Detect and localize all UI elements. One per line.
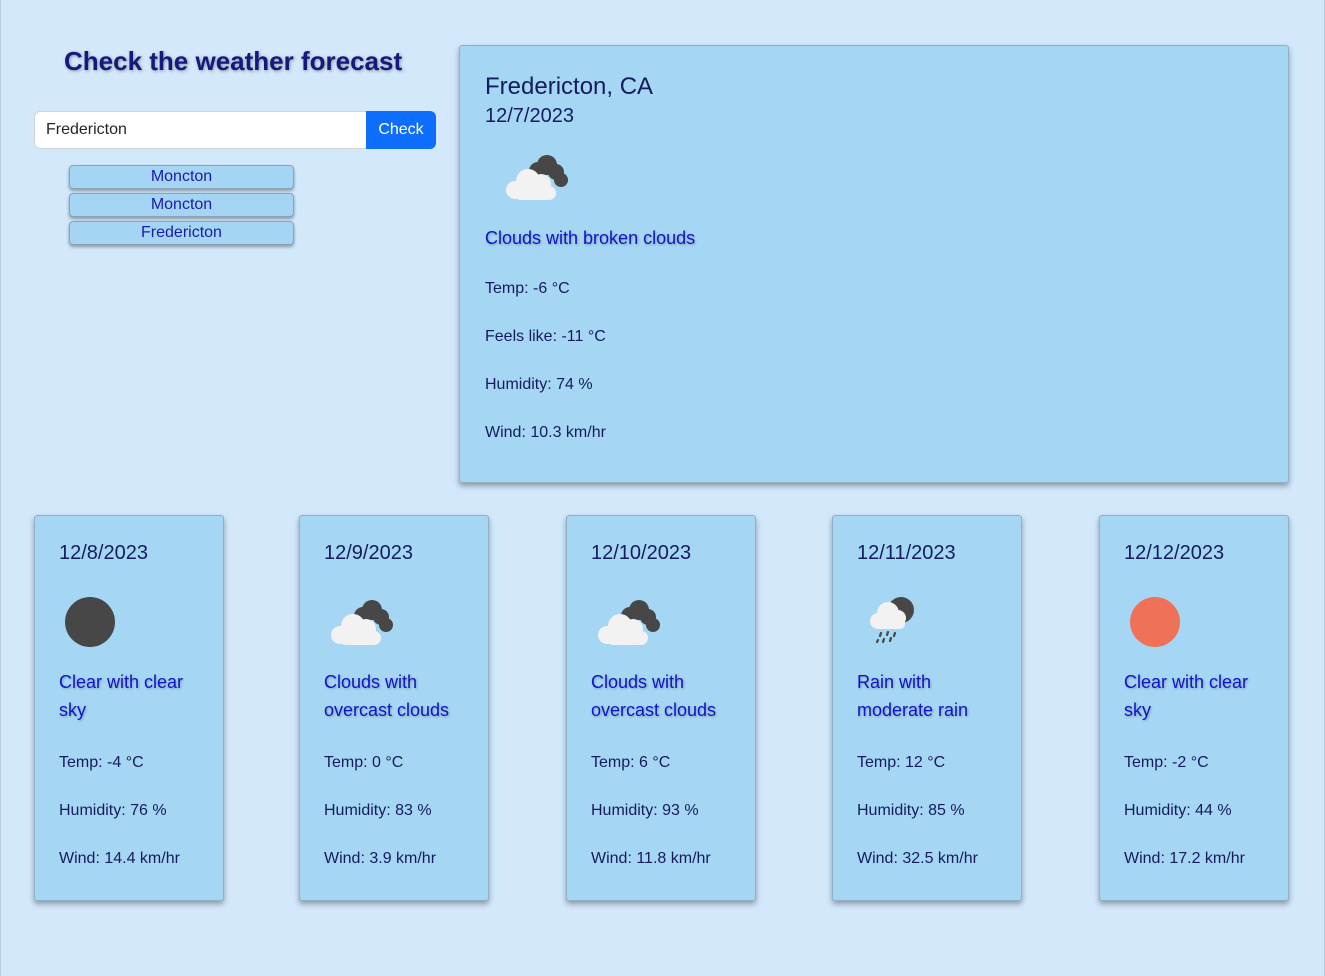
current-description: Clouds with broken clouds (485, 228, 696, 248)
current-weather-card: Fredericton, CA 12/7/2023 Clouds with br… (459, 45, 1289, 483)
forecast-card: 12/10/2023 Clouds with overcast clouds T… (566, 515, 756, 901)
history-item[interactable]: Moncton (69, 165, 294, 189)
page-title: Check the weather forecast (64, 46, 403, 76)
check-button[interactable]: Check (366, 111, 436, 149)
forecast-temp: Temp: -4 °C (59, 754, 144, 771)
overcast-clouds-icon (330, 580, 410, 650)
forecast-date: 12/12/2023 (1124, 542, 1225, 564)
clear-night-icon (65, 580, 145, 650)
history-item[interactable]: Moncton (69, 193, 294, 217)
search-history: Moncton Moncton Fredericton (69, 165, 294, 249)
rain-icon (863, 580, 943, 650)
forecast-humidity: Humidity: 44 % (1124, 802, 1232, 819)
forecast-wind: Wind: 3.9 km/hr (324, 850, 437, 867)
current-city: Fredericton, CA (485, 73, 654, 100)
forecast-humidity: Humidity: 85 % (857, 802, 965, 819)
clear-sun-icon (1130, 580, 1210, 650)
forecast-temp: Temp: 0 °C (324, 754, 404, 771)
forecast-card: 12/12/2023 Clear with clear sky Temp: -2… (1099, 515, 1289, 901)
forecast-wind: Wind: 17.2 km/hr (1124, 850, 1245, 867)
forecast-wind: Wind: 11.8 km/hr (591, 850, 711, 867)
current-feels-like: Feels like: -11 °C (485, 328, 606, 345)
forecast-date: 12/11/2023 (857, 542, 956, 564)
forecast-date: 12/10/2023 (591, 542, 692, 564)
forecast-description: Clear with clear sky (1124, 672, 1249, 720)
history-item[interactable]: Fredericton (69, 221, 294, 245)
forecast-temp: Temp: 6 °C (591, 754, 671, 771)
forecast-card: 12/11/2023 Rain with moderate rain Temp:… (832, 515, 1022, 901)
forecast-temp: Temp: 12 °C (857, 754, 946, 771)
forecast-card: 12/8/2023 Clear with clear sky Temp: -4 … (34, 515, 224, 901)
forecast-wind: Wind: 14.4 km/hr (59, 850, 180, 867)
forecast-wind: Wind: 32.5 km/hr (857, 850, 978, 867)
forecast-description: Clouds with overcast clouds (324, 672, 450, 720)
current-date: 12/7/2023 (485, 105, 574, 127)
forecast-humidity: Humidity: 93 % (591, 802, 699, 819)
current-humidity: Humidity: 74 % (485, 376, 593, 393)
overcast-clouds-icon (597, 580, 677, 650)
city-search-input[interactable] (34, 111, 366, 149)
forecast-description: Rain with moderate rain (857, 672, 969, 720)
forecast-description: Clear with clear sky (59, 672, 184, 720)
forecast-temp: Temp: -2 °C (1124, 754, 1209, 771)
forecast-description: Clouds with overcast clouds (591, 672, 717, 720)
current-wind: Wind: 10.3 km/hr (485, 424, 606, 441)
forecast-humidity: Humidity: 83 % (324, 802, 432, 819)
forecast-date: 12/9/2023 (324, 542, 413, 564)
search-form: Check (34, 111, 436, 149)
current-temp: Temp: -6 °C (485, 280, 570, 297)
forecast-card: 12/9/2023 Clouds with overcast clouds Te… (299, 515, 489, 901)
forecast-humidity: Humidity: 76 % (59, 802, 167, 819)
broken-clouds-icon (495, 145, 575, 205)
forecast-date: 12/8/2023 (59, 542, 148, 564)
